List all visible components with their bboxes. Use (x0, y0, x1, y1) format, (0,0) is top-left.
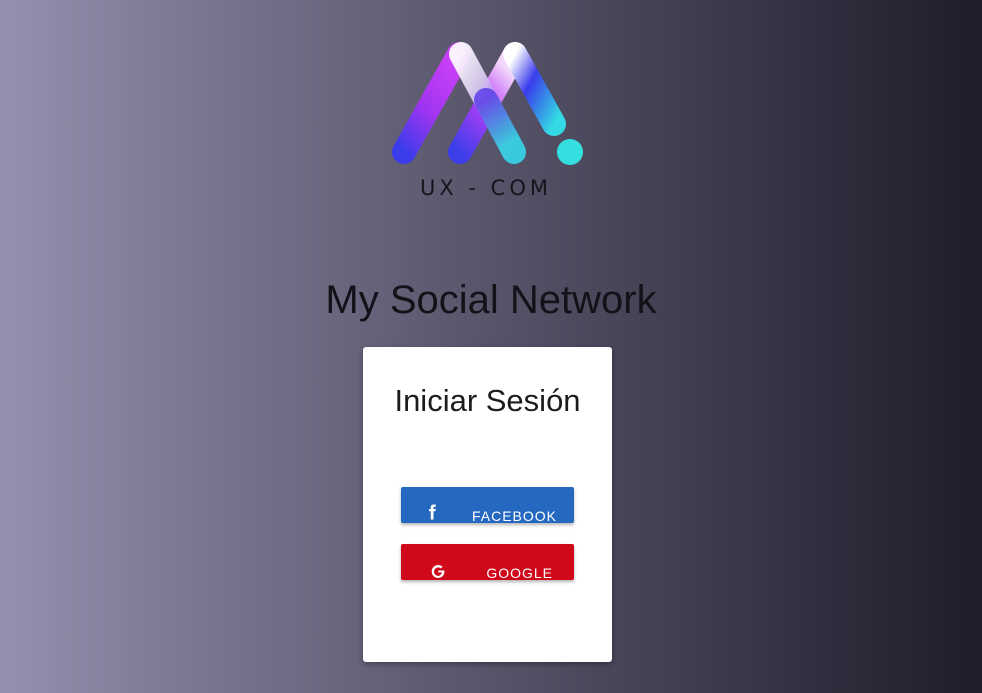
facebook-button-label: FACEBOOK (471, 508, 557, 524)
facebook-login-button[interactable]: FACEBOOK (401, 487, 574, 523)
facebook-icon (429, 504, 436, 520)
google-login-button[interactable]: GOOGLE (401, 544, 574, 580)
logo-text: UX - COM (420, 176, 552, 200)
login-card-title: Iniciar Sesión (394, 383, 581, 418)
brand-logo: UX - COM (386, 36, 586, 206)
page-title: My Social Network (325, 278, 657, 322)
google-button-label: GOOGLE (486, 565, 553, 581)
login-card: Iniciar Sesión FACEBOOK GOOGLE (363, 347, 612, 662)
ux-com-logo-mark-icon (392, 42, 583, 165)
google-icon (431, 565, 445, 578)
